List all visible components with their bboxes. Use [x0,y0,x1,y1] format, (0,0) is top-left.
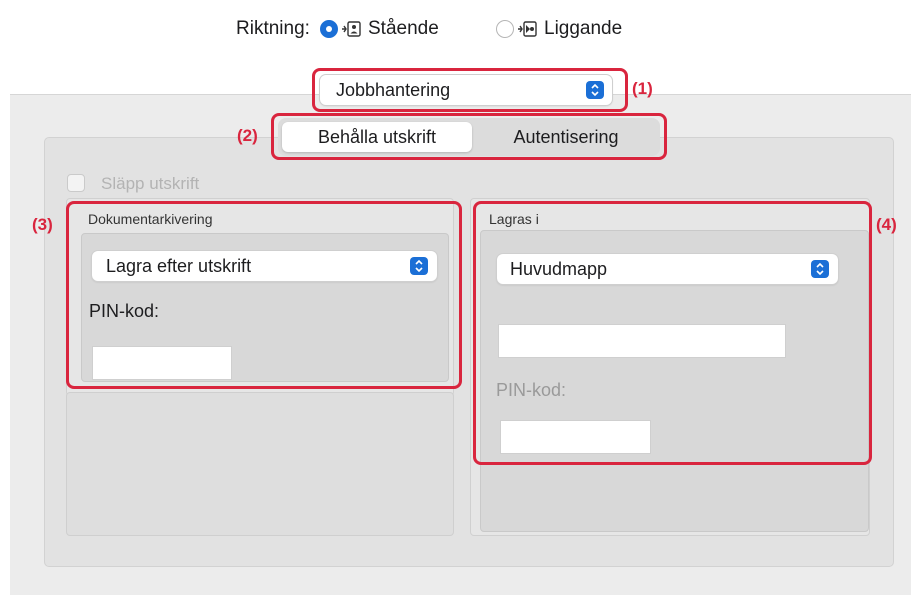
callout-box-3 [66,201,462,389]
orientation-row: Riktning: Stående Liggande [0,14,911,44]
landscape-label: Liggande [544,18,623,39]
release-print-checkbox[interactable] [67,174,85,192]
callout-number-2: (2) [237,126,258,145]
callout-number-4: (4) [876,215,897,234]
portrait-label: Stående [368,18,439,39]
callout-number-3: (3) [32,215,53,234]
callout-number-1: (1) [632,79,653,98]
portrait-radio[interactable] [320,20,338,38]
callout-box-2 [271,113,667,160]
document-filing-spacer [66,392,454,536]
landscape-radio[interactable] [496,20,514,38]
callout-box-4 [473,201,872,465]
portrait-icon [340,20,362,38]
callout-box-1 [312,68,628,112]
landscape-icon [516,20,538,38]
orientation-label: Riktning: [236,18,310,39]
release-print-label: Släpp utskrift [101,174,200,193]
